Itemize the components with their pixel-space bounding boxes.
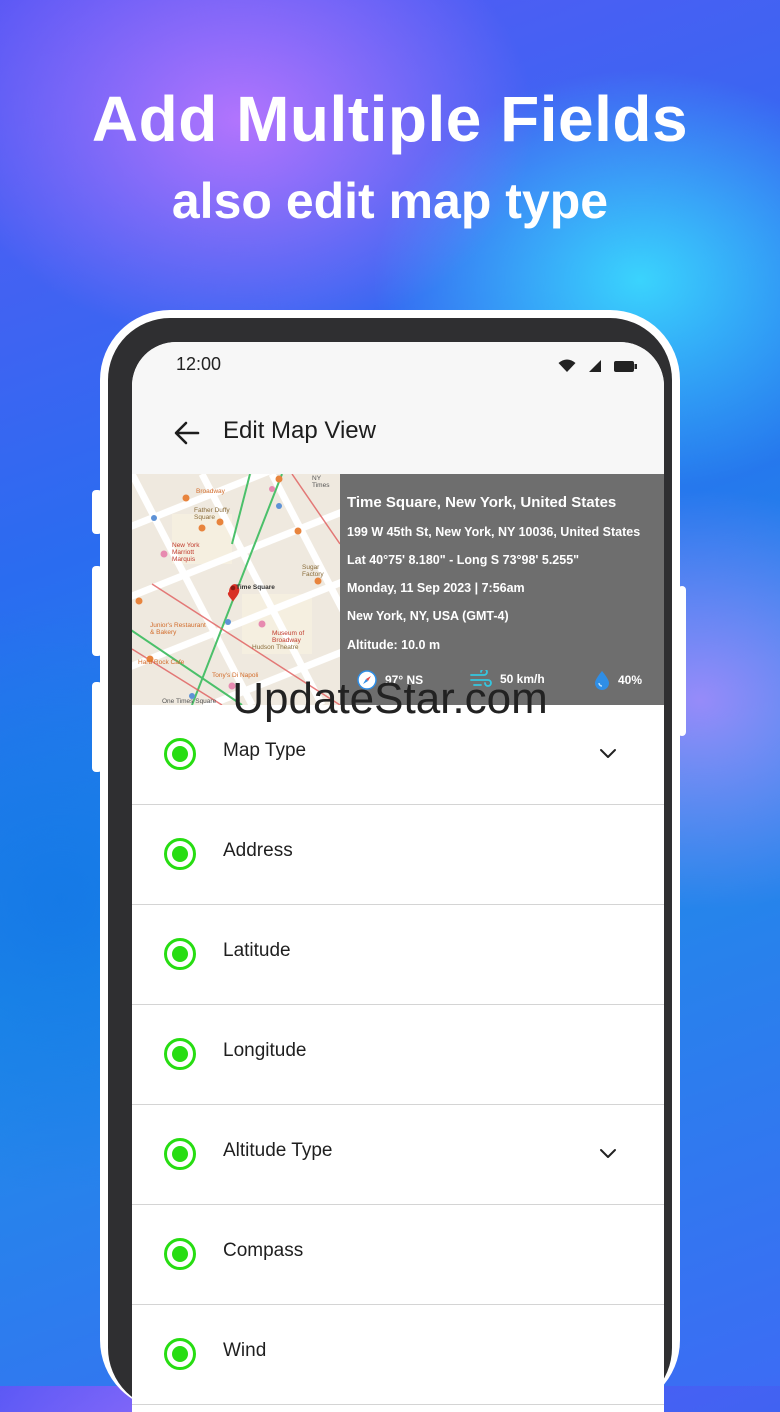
status-bar: 12:00 — [132, 342, 664, 392]
map-thumbnail[interactable]: NY Times Broadway Father Duffy Square Ne… — [132, 474, 340, 705]
map-label: Sugar Factory — [302, 564, 324, 578]
battery-icon — [614, 360, 637, 372]
map-label: Time Square — [236, 584, 275, 591]
field-toggle[interactable] — [164, 1038, 196, 1070]
field-label: Address — [223, 840, 293, 861]
status-time: 12:00 — [176, 354, 222, 374]
field-label: Map Type — [223, 740, 307, 761]
field-label: Wind — [223, 1340, 267, 1361]
map-label: Hudson Theatre — [252, 644, 299, 651]
field-row-altitude-type[interactable]: Altitude Type — [132, 1105, 664, 1205]
status-icons — [558, 359, 638, 373]
field-label: Longitude — [223, 1040, 307, 1061]
chevron-down-icon[interactable] — [596, 1141, 620, 1165]
phone-side-button — [92, 490, 102, 534]
coordinates-text: Lat 40°75' 8.180" - Long S 73°98' 5.255" — [347, 553, 580, 567]
chevron-down-icon[interactable] — [596, 741, 620, 765]
map-label: Hard Rock Cafe — [138, 659, 185, 666]
map-label: Broadway — [196, 488, 225, 495]
map-label: Father Duffy Square — [194, 507, 230, 521]
field-label: Latitude — [223, 940, 291, 961]
map-label: NY Times — [312, 475, 330, 489]
field-toggle[interactable] — [164, 1338, 196, 1370]
phone-screen: 12:00 Edit Map View NY Times Broadway Fa… — [132, 342, 664, 1412]
field-toggle[interactable] — [164, 838, 196, 870]
promo-headline: Add Multiple Fields — [91, 83, 689, 155]
field-row-longitude[interactable]: Longitude — [132, 1005, 664, 1105]
promo-subline: also edit map type — [171, 173, 609, 229]
timezone-text: New York, NY, USA (GMT-4) — [347, 609, 509, 623]
phone-frame: 12:00 Edit Map View NY Times Broadway Fa… — [92, 310, 686, 1412]
place-text: Time Square, New York, United States — [347, 494, 617, 511]
field-toggle[interactable] — [164, 1238, 196, 1270]
wifi-icon — [558, 359, 576, 372]
datetime-text: Monday, 11 Sep 2023 | 7:56am — [347, 581, 525, 595]
address-text: 199 W 45th St, New York, NY 10036, Unite… — [347, 525, 641, 539]
location-info-panel: Time Square, New York, United States 199… — [340, 474, 664, 705]
map-label: New York Marriott Marquis — [172, 542, 200, 563]
field-list: Map Type Address Latitude Longitude Alti… — [132, 705, 664, 1405]
map-preview: NY Times Broadway Father Duffy Square Ne… — [132, 474, 664, 705]
map-label: Museum of Broadway — [272, 630, 305, 644]
watermark-text: UpdateStar.com — [232, 674, 548, 723]
field-toggle[interactable] — [164, 738, 196, 770]
field-label: Compass — [223, 1240, 304, 1261]
app-bar: Edit Map View — [132, 392, 664, 474]
signal-icon — [589, 360, 601, 372]
altitude-text: Altitude: 10.0 m — [347, 638, 441, 652]
map-labels: NY Times Broadway Father Duffy Square Ne… — [132, 474, 340, 705]
field-label: Altitude Type — [223, 1140, 333, 1161]
arrow-left-icon[interactable] — [172, 418, 202, 448]
field-row-latitude[interactable]: Latitude — [132, 905, 664, 1005]
field-toggle[interactable] — [164, 938, 196, 970]
field-row-address[interactable]: Address — [132, 805, 664, 905]
page-title: Edit Map View — [223, 417, 376, 444]
field-row-compass[interactable]: Compass — [132, 1205, 664, 1305]
phone-side-button — [92, 566, 102, 656]
field-row-wind[interactable]: Wind — [132, 1305, 664, 1405]
field-toggle[interactable] — [164, 1138, 196, 1170]
map-label: Junior's Restaurant & Bakery — [150, 622, 206, 636]
phone-bezel: 12:00 Edit Map View NY Times Broadway Fa… — [108, 318, 672, 1412]
